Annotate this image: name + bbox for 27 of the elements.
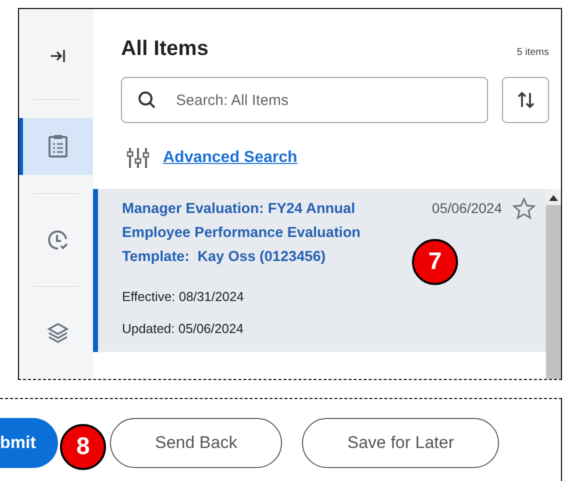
rail-tab[interactable] <box>19 118 93 175</box>
scroll-up-icon <box>549 195 558 201</box>
action-button[interactable]: Send Back <box>110 418 282 468</box>
search-bar[interactable]: Search: All Items <box>121 77 488 123</box>
effective-date: Effective: 08/31/2024 <box>122 289 245 304</box>
sort-button[interactable] <box>502 77 549 123</box>
sliders-icon <box>127 147 149 169</box>
page-title: All Items <box>121 37 209 61</box>
collapse-icon <box>50 49 66 64</box>
scrollbar[interactable] <box>546 189 561 379</box>
callout-badge: 8 <box>60 424 106 470</box>
sort-icon <box>516 91 534 109</box>
item-count: 5 items <box>516 47 549 58</box>
search-icon <box>138 91 156 109</box>
advanced-search-link[interactable]: Advanced Search <box>163 149 298 167</box>
action-button[interactable]: Save for Later <box>302 418 500 468</box>
list-item-card[interactable]: Manager Evaluation: FY24 Annual Employee Performance Evaluation Template: Kay Oss (0123456) 05/06/2024 Effective: 08/31/2024 Updated: 05/06/2024 7 <box>93 189 546 352</box>
search-input[interactable]: Search: All Items <box>174 90 471 110</box>
clipboard-icon <box>48 134 68 158</box>
layers-icon <box>47 322 69 344</box>
item-date: 05/06/2024 <box>432 200 502 218</box>
callout-badge: 7 <box>412 239 458 285</box>
updated-date: Updated: 05/06/2024 <box>122 321 244 336</box>
item-title-link[interactable]: Manager Evaluation: FY24 Annual Employee Performance Evaluation Template: Kay Oss (0123456) <box>122 197 392 269</box>
submit-button[interactable]: bmit <box>0 418 58 468</box>
star-icon[interactable] <box>512 197 536 221</box>
clock-check-icon <box>47 228 69 251</box>
